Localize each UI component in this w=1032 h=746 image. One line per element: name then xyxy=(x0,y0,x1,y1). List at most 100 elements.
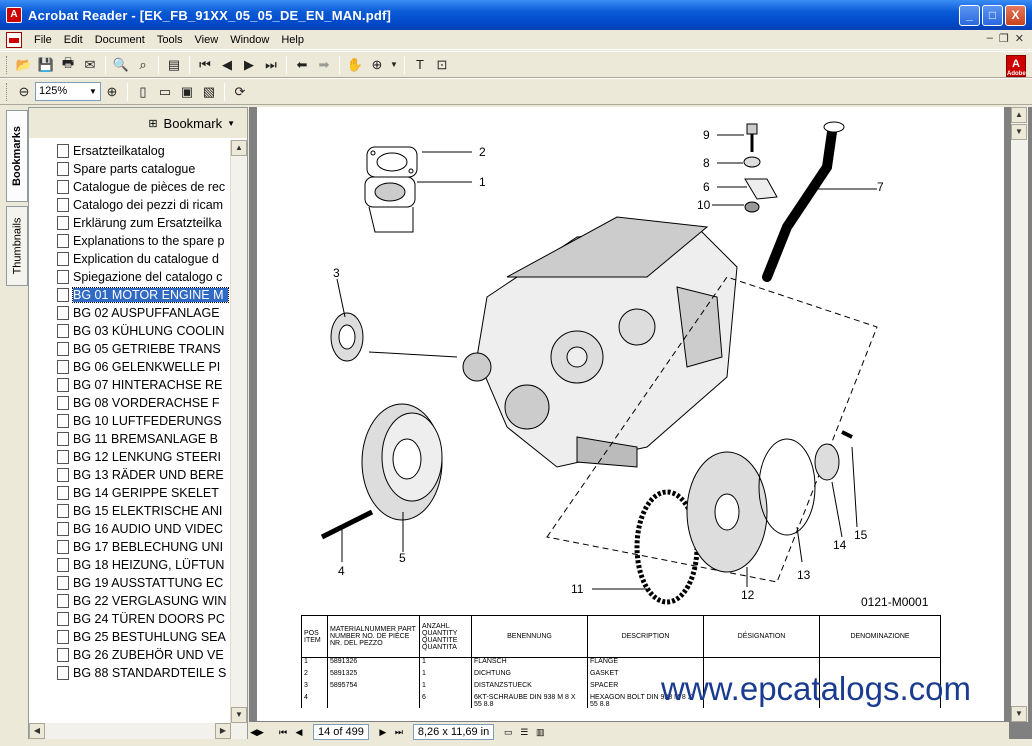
bookmark-item[interactable]: BG 13 RÄDER UND BERE xyxy=(57,466,228,484)
page-navigation-icon[interactable]: ◀▶ xyxy=(249,727,265,738)
search-icon[interactable]: ⌕ xyxy=(133,55,153,75)
first-page-icon[interactable]: ⏮ xyxy=(195,55,215,75)
bookmark-vertical-scrollbar[interactable]: ▲ ▼ xyxy=(230,140,247,723)
zoom-out-icon[interactable]: ⊖ xyxy=(14,82,34,102)
bookmark-options-button[interactable]: Bookmark xyxy=(164,116,223,131)
save-icon[interactable]: 💾 xyxy=(36,55,56,75)
bookmark-item[interactable]: Explication du catalogue d xyxy=(57,250,228,268)
bookmark-item[interactable]: BG 26 ZUBEHÖR UND VE xyxy=(57,646,228,664)
single-page-icon[interactable]: ▭ xyxy=(500,727,516,738)
document-icon[interactable] xyxy=(6,31,22,48)
bookmark-item[interactable]: BG 10 LUFTFEDERUNGS xyxy=(57,412,228,430)
toolbar-grip-2[interactable] xyxy=(6,82,9,101)
bookmark-item[interactable]: BG 02 AUSPUFFANLAGE xyxy=(57,304,228,322)
zoom-in-tool-icon[interactable]: ⊕ xyxy=(367,55,387,75)
table-cell: 2 xyxy=(301,669,328,682)
doc-restore-icon[interactable]: ❐ xyxy=(999,32,1009,45)
bookmark-item[interactable]: BG 19 AUSSTATTUNG EC xyxy=(57,574,228,592)
document-vertical-scrollbar[interactable]: ▲ ▼ ▼ xyxy=(1011,107,1028,722)
pdf-page[interactable]: 2 1 3 4 5 6 7 8 9 10 11 12 13 14 15 0121… xyxy=(257,107,1004,721)
doc-close-icon[interactable]: ✕ xyxy=(1015,32,1024,45)
bookmark-item[interactable]: BG 05 GETRIEBE TRANS xyxy=(57,340,228,358)
last-page-icon[interactable]: ⏭ xyxy=(261,55,281,75)
bookmark-item[interactable]: BG 07 HINTERACHSE RE xyxy=(57,376,228,394)
last-page-icon[interactable]: ⏭ xyxy=(391,727,407,738)
split-view-icon[interactable]: ▼ xyxy=(1011,124,1027,140)
scroll-right-icon[interactable]: ▶ xyxy=(215,723,231,739)
page-number-field[interactable]: 14 of 499 xyxy=(313,724,369,740)
menu-window[interactable]: Window xyxy=(224,34,275,46)
bookmark-item[interactable]: BG 03 KÜHLUNG COOLIN xyxy=(57,322,228,340)
bookmark-item[interactable]: BG 01 MOTOR ENGINE M xyxy=(57,286,229,304)
fit-visible-icon[interactable]: ▧ xyxy=(199,82,219,102)
bookmark-item[interactable]: Ersatzteilkatalog xyxy=(57,142,228,160)
bookmark-item[interactable]: Spiegazione del catalogo c xyxy=(57,268,228,286)
bookmark-item[interactable]: Erklärung zum Ersatzteilka xyxy=(57,214,228,232)
toolbar-grip[interactable] xyxy=(6,55,9,74)
tab-thumbnails[interactable]: Thumbnails xyxy=(6,206,28,286)
bookmark-item[interactable]: BG 15 ELEKTRISCHE ANI xyxy=(57,502,228,520)
next-page-icon[interactable]: ▶ xyxy=(239,55,259,75)
facing-pages-icon[interactable]: ▥ xyxy=(532,727,548,738)
bookmark-item[interactable]: Explanations to the spare p xyxy=(57,232,228,250)
scroll-down-icon[interactable]: ▼ xyxy=(1011,706,1027,722)
bookmark-item[interactable]: BG 08 VORDERACHSE F xyxy=(57,394,228,412)
chevron-down-icon[interactable]: ▼ xyxy=(86,83,100,100)
doc-minimize-icon[interactable]: – xyxy=(987,32,993,45)
maximize-button[interactable]: □ xyxy=(982,5,1003,26)
scroll-down-icon[interactable]: ▼ xyxy=(231,707,247,723)
fit-page-icon[interactable]: ▭ xyxy=(155,82,175,102)
go-back-icon[interactable]: ⬅ xyxy=(292,55,312,75)
menu-file[interactable]: File xyxy=(28,34,58,46)
bookmark-item[interactable]: BG 14 GERIPPE SKELET xyxy=(57,484,228,502)
menu-help[interactable]: Help xyxy=(275,34,310,46)
bookmark-item[interactable]: BG 25 BESTUHLUNG SEA xyxy=(57,628,228,646)
menu-edit[interactable]: Edit xyxy=(58,34,89,46)
snapshot-tool-icon[interactable]: ⊡ xyxy=(432,55,452,75)
bookmark-item[interactable]: BG 16 AUDIO UND VIDEC xyxy=(57,520,228,538)
previous-page-icon[interactable]: ◀ xyxy=(291,727,307,738)
next-page-icon[interactable]: ▶ xyxy=(375,727,391,738)
open-icon[interactable]: 📂 xyxy=(14,55,34,75)
bookmark-item[interactable]: BG 11 BREMSANLAGE B xyxy=(57,430,228,448)
go-forward-icon[interactable]: ➡ xyxy=(314,55,334,75)
menu-tools[interactable]: Tools xyxy=(151,34,189,46)
bookmark-item[interactable]: BG 18 HEIZUNG, LÜFTUN xyxy=(57,556,228,574)
bookmark-item[interactable]: Spare parts catalogue xyxy=(57,160,228,178)
hand-tool-icon[interactable]: ✋ xyxy=(345,55,365,75)
bookmark-item[interactable]: BG 06 GELENKWELLE PI xyxy=(57,358,228,376)
bookmark-options-icon[interactable]: ⊞ xyxy=(148,117,157,130)
bookmark-item[interactable]: BG 12 LENKUNG STEERI xyxy=(57,448,228,466)
chevron-down-icon[interactable]: ▼ xyxy=(227,119,235,128)
menu-view[interactable]: View xyxy=(189,34,225,46)
minimize-button[interactable]: _ xyxy=(959,5,980,26)
acrobat-app-icon[interactable]: A xyxy=(6,7,22,23)
bookmark-horizontal-scrollbar[interactable]: ◀ ▶ xyxy=(29,723,247,739)
show-navigation-pane-icon[interactable]: ▤ xyxy=(164,55,184,75)
bookmark-item[interactable]: BG 22 VERGLASUNG WIN xyxy=(57,592,228,610)
text-select-tool-icon[interactable]: T xyxy=(410,55,430,75)
zoom-in-icon[interactable]: ⊕ xyxy=(102,82,122,102)
print-icon[interactable]: 🖶 xyxy=(58,55,78,75)
tab-bookmarks[interactable]: Bookmarks xyxy=(6,110,28,202)
fit-width-icon[interactable]: ▣ xyxy=(177,82,197,102)
zoom-level-select[interactable]: 125% ▼ xyxy=(35,82,101,101)
continuous-icon[interactable]: ☰ xyxy=(516,727,532,738)
actual-size-icon[interactable]: ▯ xyxy=(133,82,153,102)
bookmark-item[interactable]: BG 88 STANDARDTEILE S xyxy=(57,664,228,682)
bookmark-item[interactable]: Catalogue de pièces de rec xyxy=(57,178,228,196)
first-page-icon[interactable]: ⏮ xyxy=(275,727,291,738)
menu-document[interactable]: Document xyxy=(89,34,151,46)
bookmark-item[interactable]: BG 17 BEBLECHUNG UNI xyxy=(57,538,228,556)
close-button[interactable]: X xyxy=(1005,5,1026,26)
bookmark-item[interactable]: BG 24 TÜREN DOORS PC xyxy=(57,610,228,628)
bookmark-item[interactable]: Catalogo dei pezzi di ricam xyxy=(57,196,228,214)
find-icon[interactable]: 🔍 xyxy=(111,55,131,75)
rotate-view-icon[interactable]: ⟳ xyxy=(230,82,250,102)
scroll-up-icon[interactable]: ▲ xyxy=(1011,107,1027,123)
previous-page-icon[interactable]: ◀ xyxy=(217,55,237,75)
zoom-dropdown-icon[interactable]: ▼ xyxy=(389,55,399,75)
scroll-up-icon[interactable]: ▲ xyxy=(231,140,247,156)
email-icon[interactable]: ✉ xyxy=(80,55,100,75)
scroll-left-icon[interactable]: ◀ xyxy=(29,723,45,739)
